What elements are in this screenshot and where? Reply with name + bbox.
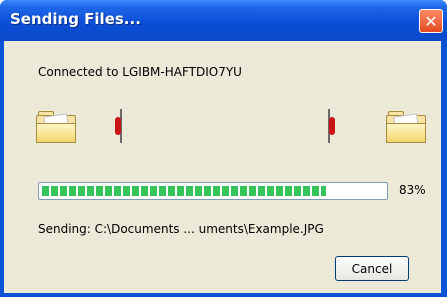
progress-bar: [38, 182, 388, 200]
sending-files-window: Sending Files... ✕ Connected to LGIBM-HA…: [0, 0, 447, 297]
window-title: Sending Files...: [10, 10, 141, 28]
sending-file-path: Sending: C:\Documents ... uments\Example…: [38, 222, 324, 236]
cancel-button[interactable]: Cancel: [335, 256, 409, 281]
transfer-indicator-icon: [114, 109, 128, 143]
transfer-indicator-icon: [322, 109, 336, 143]
close-icon: ✕: [424, 11, 438, 31]
close-button[interactable]: ✕: [419, 9, 443, 33]
connected-status: Connected to LGIBM-HAFTDIO7YU: [38, 65, 242, 79]
destination-folder-icon: [386, 109, 426, 143]
progress-percent: 83%: [399, 183, 426, 197]
progress-fill: [42, 186, 326, 196]
source-folder-icon: [36, 109, 76, 143]
dialog-body: Connected to LGIBM-HAFTDIO7YU 83% Sendin…: [4, 41, 441, 293]
title-bar[interactable]: Sending Files... ✕: [0, 0, 447, 41]
